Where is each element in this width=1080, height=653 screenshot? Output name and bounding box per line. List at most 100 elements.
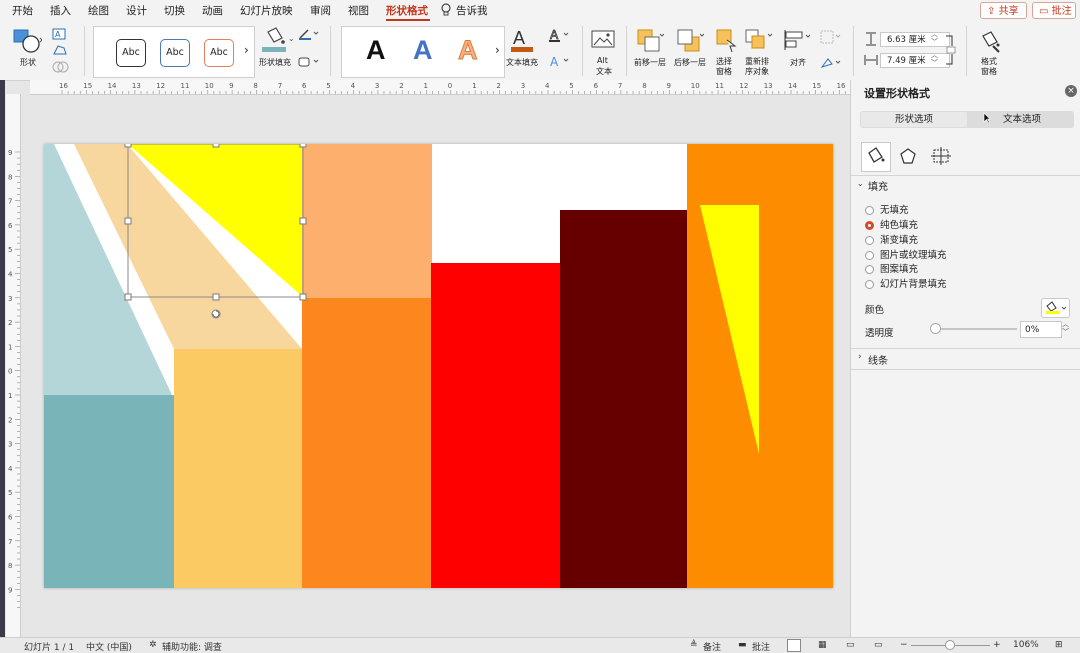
gallery-more-icon[interactable]: › (244, 43, 249, 57)
notes-button[interactable]: 备注 (703, 640, 721, 653)
tab-shape-format[interactable]: 形状格式 (386, 3, 428, 18)
radio-pattern[interactable] (865, 265, 874, 274)
zoom-slider-thumb[interactable] (945, 640, 955, 650)
close-icon[interactable]: × (1065, 85, 1077, 97)
tab-transitions[interactable]: 切换 (164, 3, 185, 18)
maroon-rectangle[interactable] (560, 210, 688, 588)
fill-option-slide-background[interactable]: 幻灯片背景填充 (865, 276, 947, 290)
slide-sorter-icon[interactable]: ▦ (818, 640, 827, 650)
shape-height-input[interactable]: 6.63 厘米 (880, 32, 950, 47)
paint-bucket-icon[interactable] (262, 26, 288, 57)
line-section-header[interactable]: 线条 (868, 352, 888, 367)
transparency-slider-track[interactable] (931, 328, 1017, 330)
tab-design[interactable]: 设计 (126, 3, 147, 18)
alt-text-icon[interactable] (591, 30, 615, 55)
shape-style-3[interactable]: Abc (204, 39, 234, 67)
comments-status-button[interactable]: 批注 (752, 640, 770, 653)
reading-view-icon[interactable]: ▭ (846, 640, 855, 650)
text-fill-icon[interactable]: A (509, 26, 535, 57)
accessibility-status[interactable]: 辅助功能: 调查 (162, 640, 222, 653)
fill-option-gradient[interactable]: 渐变填充 (865, 232, 918, 246)
chevron-down-icon[interactable]: ⌄ (857, 179, 864, 188)
fit-to-window-icon[interactable]: ⊞ (1055, 640, 1063, 650)
red-rectangle[interactable] (431, 263, 561, 588)
orange-rectangle[interactable] (302, 298, 432, 588)
shape-effects-icon[interactable] (298, 56, 322, 71)
ruler-tick-label: 2 (8, 319, 12, 327)
shapes-icon[interactable] (12, 28, 43, 57)
radio-picture[interactable] (865, 251, 874, 260)
normal-view-icon[interactable] (787, 639, 801, 652)
rotate-handle-icon[interactable] (211, 309, 221, 319)
shape-style-1[interactable]: Abc (116, 39, 146, 67)
wordart-style-2[interactable]: A (413, 35, 433, 65)
yellow-orange-rectangle[interactable] (174, 349, 303, 588)
shape-style-gallery: Abc Abc Abc › (93, 26, 255, 78)
fill-color-picker[interactable] (1041, 298, 1070, 318)
fill-line-category[interactable] (861, 142, 891, 172)
align-icon[interactable] (783, 28, 813, 57)
shape-width-input[interactable]: 7.49 厘米 (880, 53, 950, 68)
format-pane-icon[interactable] (977, 28, 1003, 57)
lock-aspect-icon[interactable] (944, 34, 958, 69)
wordart-style-1[interactable]: A (366, 35, 386, 65)
transparency-stepper-icon[interactable]: ︿ ﹀ (1062, 320, 1069, 336)
group-icon[interactable] (820, 30, 844, 47)
reorder-objects-icon[interactable] (744, 28, 774, 57)
language-indicator[interactable]: 中文 (中国) (86, 640, 132, 653)
width-stepper-icon[interactable]: ︿ ﹀ (931, 51, 938, 67)
slideshow-icon[interactable]: ▭ (874, 640, 883, 650)
tab-animations[interactable]: 动画 (202, 3, 223, 18)
tab-view[interactable]: 视图 (348, 3, 369, 18)
effects-pentagon-icon[interactable] (899, 147, 917, 168)
height-stepper-icon[interactable]: ︿ ﹀ (931, 30, 938, 46)
edit-shape-icon[interactable] (52, 44, 70, 59)
light-orange-rectangle[interactable] (302, 144, 432, 298)
transparency-slider-thumb[interactable] (930, 323, 941, 334)
tab-slideshow[interactable]: 幻灯片放映 (240, 3, 293, 18)
pane-divider (851, 175, 1080, 176)
tab-shape-options[interactable]: 形状选项 (861, 112, 967, 127)
text-outline-icon[interactable]: A (548, 28, 572, 45)
shape-outline-icon[interactable] (298, 28, 320, 43)
text-box-icon[interactable]: A (52, 28, 70, 43)
teal-rectangle[interactable] (44, 395, 174, 588)
zoom-in-icon[interactable]: + (993, 640, 1001, 650)
zoom-level[interactable]: 106% (1013, 640, 1039, 650)
radio-slide-background[interactable] (865, 280, 874, 289)
fill-option-solid[interactable]: 纯色填充 (865, 217, 918, 231)
tab-review[interactable]: 审阅 (310, 3, 331, 18)
ruler-tick-label: 5 (326, 82, 330, 90)
chevron-right-icon[interactable]: › (858, 352, 862, 362)
tab-home[interactable]: 开始 (12, 3, 33, 18)
fill-section-header[interactable]: 填充 (868, 178, 888, 193)
fill-option-picture[interactable]: 图片或纹理填充 (865, 247, 947, 261)
bring-forward-icon[interactable] (636, 28, 665, 57)
shape-fill-dropdown-icon[interactable]: ⌄ (288, 34, 295, 43)
radio-none[interactable] (865, 206, 874, 215)
radio-solid-selected[interactable] (865, 221, 874, 230)
wordart-style-3[interactable]: A (458, 35, 478, 66)
fill-option-pattern[interactable]: 图案填充 (865, 261, 918, 275)
comments-button[interactable]: ▭ 批注 (1032, 2, 1076, 19)
tell-me-search[interactable]: 告诉我 (456, 3, 488, 18)
selection-pane-icon[interactable] (715, 28, 737, 57)
size-properties-icon[interactable] (931, 147, 951, 168)
ruler-tick-label: 5 (8, 246, 12, 254)
ribbon-separator (626, 26, 627, 76)
send-backward-icon[interactable] (676, 28, 705, 57)
gallery-more-icon[interactable]: › (495, 43, 500, 57)
text-effects-icon[interactable]: A (548, 54, 572, 71)
transparency-input[interactable]: 0% (1020, 321, 1062, 338)
zoom-out-icon[interactable]: − (900, 640, 908, 650)
rotate-icon[interactable] (820, 56, 844, 73)
slide[interactable] (44, 144, 833, 588)
accessibility-icon: ✲ (149, 640, 157, 650)
tab-draw[interactable]: 绘图 (88, 3, 109, 18)
radio-gradient[interactable] (865, 236, 874, 245)
shape-style-2[interactable]: Abc (160, 39, 190, 67)
tab-insert[interactable]: 插入 (50, 3, 71, 18)
fill-option-none[interactable]: 无填充 (865, 202, 909, 216)
merge-shapes-icon[interactable] (52, 60, 72, 77)
share-button[interactable]: ⇪ 共享 (980, 2, 1027, 19)
